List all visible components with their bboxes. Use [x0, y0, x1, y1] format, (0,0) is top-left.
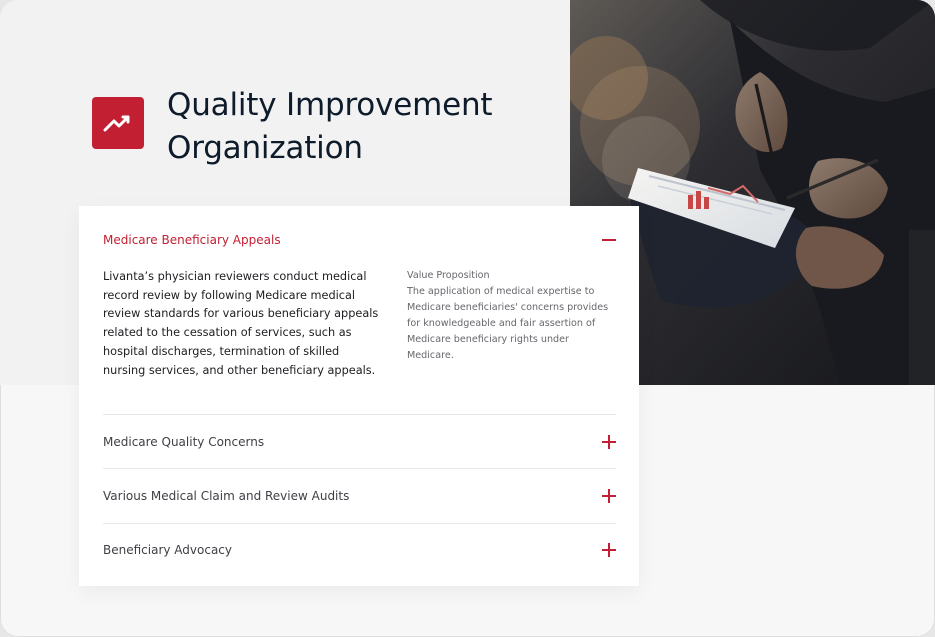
accordion-header-review-audits[interactable]: Various Medical Claim and Review Audits: [103, 485, 616, 507]
page-frame: Quality Improvement Organization Medicar…: [0, 0, 935, 637]
value-proposition-label: Value Proposition: [407, 270, 490, 281]
accordion-header-quality-concerns[interactable]: Medicare Quality Concerns: [103, 431, 616, 453]
accordion-panel-beneficiary-appeals: Livanta’s physician reviewers conduct me…: [103, 268, 616, 398]
qio-badge: [92, 97, 144, 149]
accordion-divider: [103, 414, 616, 415]
accordion-divider: [103, 523, 616, 524]
trend-up-icon: [103, 115, 130, 132]
value-proposition-text: The application of medical expertise to …: [407, 286, 609, 361]
services-accordion: Medicare Beneficiary Appeals Livanta’s p…: [79, 206, 639, 586]
accordion-title-quality-concerns: Medicare Quality Concerns: [103, 435, 265, 449]
accordion-title-beneficiary-advocacy: Beneficiary Advocacy: [103, 543, 233, 557]
accordion-title-review-audits: Various Medical Claim and Review Audits: [103, 489, 350, 503]
accordion-header-beneficiary-advocacy[interactable]: Beneficiary Advocacy: [103, 539, 616, 561]
page-title: Quality Improvement Organization: [167, 87, 493, 166]
appeals-description: Livanta’s physician reviewers conduct me…: [103, 270, 379, 377]
plus-icon[interactable]: [602, 489, 616, 503]
accordion-header-beneficiary-appeals[interactable]: Medicare Beneficiary Appeals: [103, 229, 616, 251]
value-proposition: Value Proposition The application of med…: [407, 268, 617, 364]
plus-icon[interactable]: [602, 435, 616, 449]
hero-heading: Quality Improvement Organization: [92, 84, 542, 174]
accordion-title-beneficiary-appeals: Medicare Beneficiary Appeals: [103, 233, 281, 247]
minus-icon[interactable]: [602, 233, 616, 247]
accordion-divider: [103, 468, 616, 469]
plus-icon[interactable]: [602, 543, 616, 557]
